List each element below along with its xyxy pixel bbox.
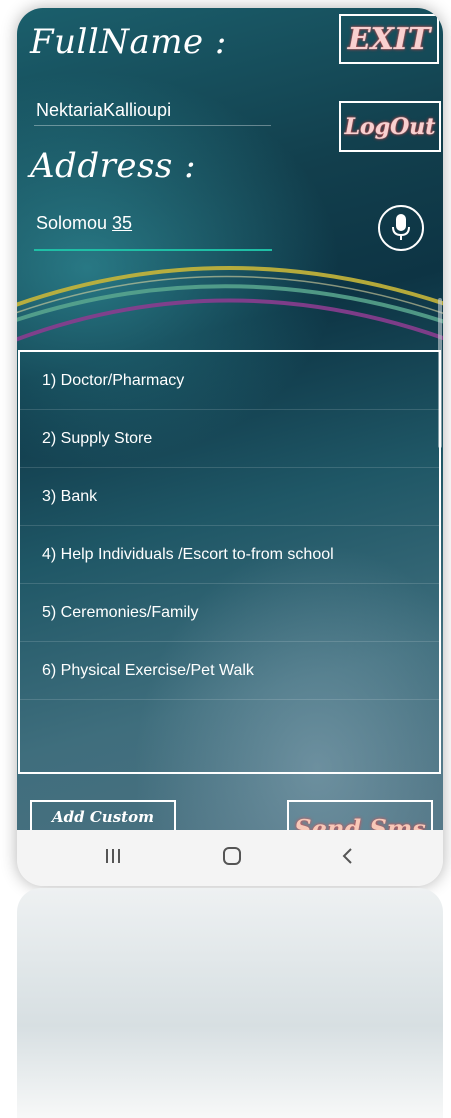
mirror-reflection bbox=[17, 888, 443, 1118]
recent-apps-icon[interactable] bbox=[105, 844, 121, 868]
list-item[interactable]: 5) Ceremonies/Family bbox=[20, 584, 439, 642]
list-item[interactable]: 6) Physical Exercise/Pet Walk bbox=[20, 642, 439, 700]
fullname-value[interactable]: NektariaKallioupi bbox=[36, 100, 171, 121]
microphone-button[interactable] bbox=[378, 205, 424, 251]
address-street: Solomou bbox=[36, 213, 113, 233]
list-item[interactable]: 4) Help Individuals /Escort to-from scho… bbox=[20, 526, 439, 584]
phone-frame: FullName : NektariaKallioupi Address : S… bbox=[17, 8, 443, 886]
fullname-underline bbox=[34, 125, 271, 126]
category-list: 1) Doctor/Pharmacy 2) Supply Store 3) Ba… bbox=[18, 350, 441, 774]
back-icon[interactable] bbox=[340, 844, 356, 868]
home-icon[interactable] bbox=[220, 844, 244, 868]
add-custom-button[interactable]: Add Custom bbox=[30, 800, 176, 830]
address-input[interactable]: Solomou 35 bbox=[36, 213, 132, 234]
app-screen: FullName : NektariaKallioupi Address : S… bbox=[17, 8, 443, 830]
send-sms-button[interactable]: Send Sms bbox=[287, 800, 433, 830]
exit-button[interactable]: EXIT bbox=[339, 14, 439, 64]
list-item[interactable]: 2) Supply Store bbox=[20, 410, 439, 468]
list-item[interactable]: 3) Bank bbox=[20, 468, 439, 526]
fullname-label: FullName : bbox=[30, 22, 227, 62]
logout-button[interactable]: LogOut bbox=[339, 101, 441, 152]
android-nav-bar bbox=[17, 830, 443, 886]
microphone-icon bbox=[392, 214, 410, 240]
address-label: Address : bbox=[30, 146, 197, 186]
address-number: 35 bbox=[112, 213, 133, 233]
list-item[interactable]: 1) Doctor/Pharmacy bbox=[20, 352, 439, 410]
decorative-rainbow-arcs bbox=[17, 266, 443, 342]
